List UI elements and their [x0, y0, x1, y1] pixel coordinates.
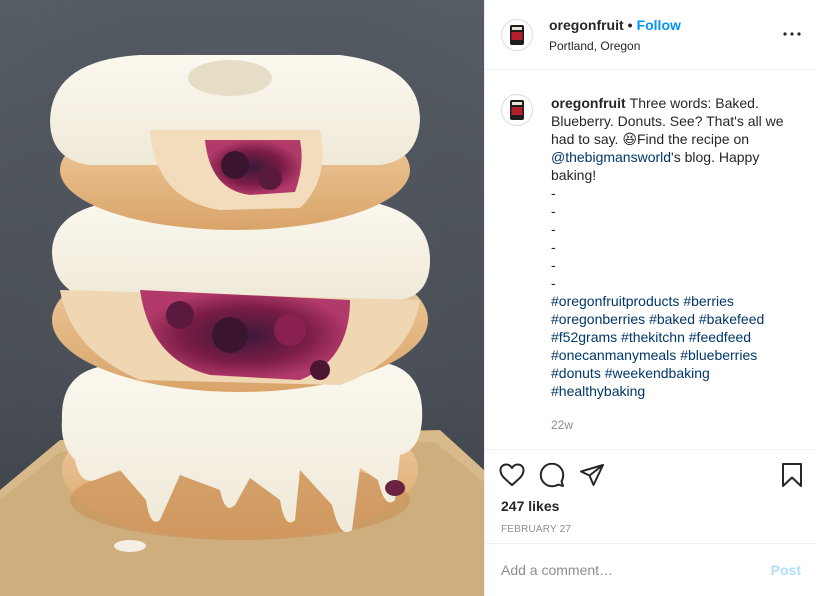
- ellipsis-icon: [783, 32, 801, 36]
- post-time-ago[interactable]: 22w: [551, 416, 795, 434]
- hashtag-list: #oregonfruitproducts #berries #oregonber…: [551, 292, 795, 400]
- separator-dot: •: [627, 16, 633, 33]
- caption-dash: -: [551, 239, 556, 255]
- avatar[interactable]: [501, 18, 533, 51]
- oregon-fruit-can-logo: [510, 100, 524, 120]
- heart-icon[interactable]: [499, 455, 539, 495]
- bookmark-icon[interactable]: [773, 455, 803, 495]
- paper-plane-icon[interactable]: [579, 455, 619, 495]
- post-actions-section: 247 likes FEBRUARY 27: [485, 449, 816, 535]
- caption-text: oregonfruit Three words: Baked. Blueberry…: [551, 94, 795, 434]
- bookmark-outline: [782, 463, 802, 487]
- caption-section: oregonfruit Three words: Baked. Blueberry…: [485, 70, 816, 434]
- caption-dash: -: [551, 275, 556, 291]
- action-bar: [485, 450, 816, 500]
- laughing-emoji: 😆: [622, 131, 637, 147]
- comment-input[interactable]: Add a comment…: [501, 562, 771, 578]
- follow-button[interactable]: Follow: [637, 17, 681, 33]
- instagram-post: oregonfruit • Follow Portland, Oregon or…: [0, 0, 816, 596]
- post-date[interactable]: FEBRUARY 27: [485, 524, 816, 535]
- hashtag-link[interactable]: #onecanmanymeals: [551, 347, 676, 363]
- hashtag-link[interactable]: #donuts: [551, 365, 601, 381]
- hashtag-link[interactable]: #thekitchn: [621, 329, 685, 345]
- hashtag-link[interactable]: #f52grams: [551, 329, 617, 345]
- comment-outline: [539, 462, 565, 488]
- hashtag-link[interactable]: #baked: [649, 311, 695, 327]
- caption-username[interactable]: oregonfruit: [551, 95, 626, 111]
- post-details-panel: oregonfruit • Follow Portland, Oregon or…: [484, 0, 816, 596]
- caption-dash: -: [551, 221, 556, 237]
- post-comment-button[interactable]: Post: [771, 562, 801, 578]
- likes-count[interactable]: 247 likes: [485, 498, 816, 514]
- post-header: oregonfruit • Follow Portland, Oregon: [485, 0, 816, 70]
- caption-dash: -: [551, 203, 556, 219]
- hashtag-link[interactable]: #oregonfruitproducts: [551, 293, 679, 309]
- hashtag-link[interactable]: #berries: [683, 293, 734, 309]
- share-outline: [580, 464, 604, 486]
- caption-text-part: Find the recipe on: [636, 131, 750, 147]
- hashtag-link[interactable]: #feedfeed: [689, 329, 751, 345]
- mention-link[interactable]: @thebigmansworld: [551, 149, 671, 165]
- comment-bubble-icon[interactable]: [539, 455, 579, 495]
- location-link[interactable]: Portland, Oregon: [549, 39, 681, 53]
- hashtag-link[interactable]: #oregonberries: [551, 311, 645, 327]
- caption-dash: -: [551, 257, 556, 273]
- more-options-icon[interactable]: [782, 24, 802, 44]
- header-username[interactable]: oregonfruit: [549, 17, 624, 33]
- post-photo[interactable]: [0, 0, 484, 596]
- caption-avatar[interactable]: [501, 94, 533, 126]
- oregon-fruit-can-logo: [510, 24, 524, 45]
- hashtag-link[interactable]: #weekendbaking: [605, 365, 710, 381]
- hashtag-link[interactable]: #healthybaking: [551, 383, 645, 399]
- add-comment-bar: Add a comment… Post: [485, 543, 816, 596]
- caption-dash: -: [551, 185, 556, 201]
- heart-outline: [499, 463, 525, 486]
- hashtag-link[interactable]: #blueberries: [680, 347, 757, 363]
- blueberry-donuts-image: [0, 0, 484, 596]
- hashtag-link[interactable]: #bakefeed: [699, 311, 764, 327]
